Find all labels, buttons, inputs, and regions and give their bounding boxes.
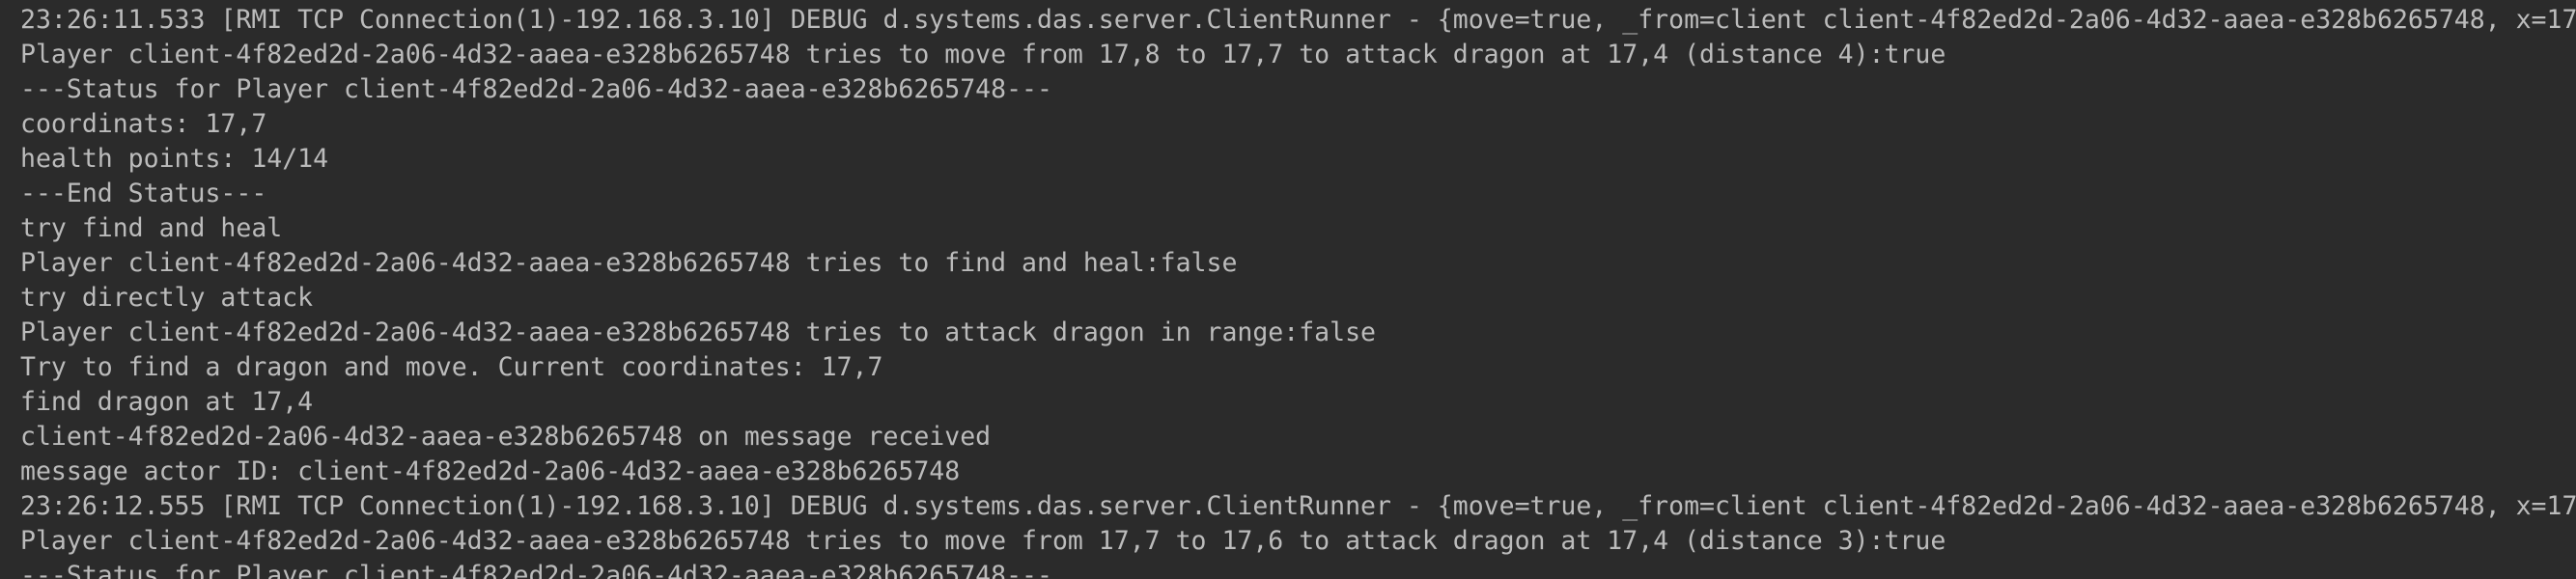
log-line-coordinates: coordinats: 17,7 (20, 109, 267, 139)
log-line-health: health points: 14/14 (20, 144, 329, 174)
log-line-actor-id: message actor ID: client-4f82ed2d-2a06-4… (20, 456, 961, 486)
console-output-panel[interactable]: 23:26:11.533 [RMI TCP Connection(1)-192.… (0, 0, 2576, 579)
log-output: 23:26:11.533 [RMI TCP Connection(1)-192.… (20, 3, 2576, 579)
log-line-heal-result: Player client-4f82ed2d-2a06-4d32-aaea-e3… (20, 248, 1238, 278)
log-line-move: Player client-4f82ed2d-2a06-4d32-aaea-e3… (20, 526, 1946, 556)
log-line-status-header: ---Status for Player client-4f82ed2d-2a0… (20, 561, 1052, 579)
log-line-move: Player client-4f82ed2d-2a06-4d32-aaea-e3… (20, 40, 1946, 69)
log-line-attack-result: Player client-4f82ed2d-2a06-4d32-aaea-e3… (20, 317, 1376, 347)
log-line-dragon-found: find dragon at 17,4 (20, 387, 314, 417)
log-line-find-dragon: Try to find a dragon and move. Current c… (20, 352, 883, 382)
log-line-message-received: client-4f82ed2d-2a06-4d32-aaea-e328b6265… (20, 422, 992, 452)
log-line-debug: 23:26:12.555 [RMI TCP Connection(1)-192.… (20, 491, 2576, 521)
log-line-debug: 23:26:11.533 [RMI TCP Connection(1)-192.… (20, 5, 2576, 35)
log-line-try-heal: try find and heal (20, 213, 283, 243)
log-line-status-end: ---End Status--- (20, 179, 267, 208)
log-line-try-attack: try directly attack (20, 283, 314, 313)
log-line-status-header: ---Status for Player client-4f82ed2d-2a0… (20, 74, 1052, 104)
